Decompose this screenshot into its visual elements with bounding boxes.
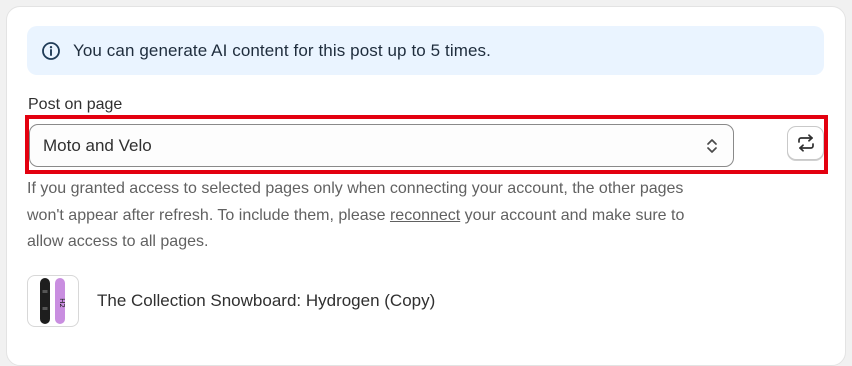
- svg-text:H2: H2: [58, 298, 66, 308]
- info-icon: [41, 41, 61, 61]
- info-banner-text: You can generate AI content for this pos…: [73, 40, 491, 60]
- snowboard-image: H2: [40, 278, 66, 324]
- product-row: H2 The Collection Snowboard: Hydrogen (C…: [27, 275, 435, 327]
- product-thumbnail: H2: [27, 275, 79, 327]
- info-banner: You can generate AI content for this pos…: [27, 26, 824, 75]
- chevron-up-down-icon: [705, 136, 719, 156]
- refresh-pages-button[interactable]: [787, 126, 824, 160]
- reconnect-link[interactable]: reconnect: [390, 207, 460, 224]
- product-title: The Collection Snowboard: Hydrogen (Copy…: [97, 291, 436, 310]
- page-access-help-text: If you granted access to selected pages …: [27, 176, 717, 256]
- refresh-arrows-icon: [796, 134, 816, 152]
- post-on-page-label: Post on page: [28, 96, 123, 113]
- page-select-value: Moto and Velo: [43, 135, 152, 155]
- page-select[interactable]: Moto and Velo: [29, 124, 734, 167]
